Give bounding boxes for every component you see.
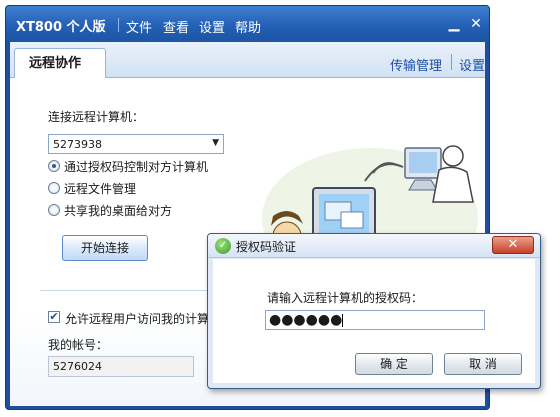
allow-remote-access-label: 允许远程用户访问我的计算: [65, 312, 210, 326]
menu-help[interactable]: 帮助: [235, 17, 261, 36]
auth-code-dialog: ✓ 授权码验证 ✕ 请输入远程计算机的授权码： ●●●●●● 确 定 取 消: [207, 233, 541, 389]
title-divider: [118, 18, 119, 32]
option-file-management[interactable]: 远程文件管理: [48, 180, 168, 198]
tab-remote-collaboration[interactable]: 远程协作: [14, 48, 106, 79]
menu-settings[interactable]: 设置: [199, 17, 225, 36]
text-caret: [342, 314, 343, 327]
radio-icon[interactable]: [48, 182, 60, 194]
checkbox-checked-icon[interactable]: ✔: [48, 311, 60, 323]
tab-transfer-management[interactable]: 传输管理: [390, 55, 442, 74]
option-control-by-code[interactable]: 通过授权码控制对方计算机: [48, 158, 238, 176]
auth-code-input[interactable]: ●●●●●●: [265, 310, 485, 330]
option-label: 共享我的桌面给对方: [64, 204, 173, 218]
connect-remote-label: 连接远程计算机：: [48, 110, 145, 124]
app-title: XT800 个人版: [16, 20, 106, 35]
my-account-label: 我的帐号：: [48, 338, 109, 352]
tab-bar: 远程协作 传输管理 设置: [10, 42, 485, 79]
ok-button[interactable]: 确 定: [355, 353, 433, 375]
radio-icon[interactable]: [48, 204, 60, 216]
start-connect-button[interactable]: 开始连接: [62, 235, 148, 261]
menu-file[interactable]: 文件: [126, 17, 152, 36]
computer-id-combobox[interactable]: 5273938 ▼: [48, 134, 224, 154]
dialog-close-icon[interactable]: ✕: [492, 236, 534, 254]
option-share-desktop[interactable]: 共享我的桌面给对方: [48, 202, 198, 220]
dropdown-arrow-icon[interactable]: ▼: [212, 138, 219, 148]
dialog-body: 请输入远程计算机的授权码： ●●●●●● 确 定 取 消: [213, 259, 535, 383]
radio-selected-icon[interactable]: [48, 160, 60, 172]
close-icon[interactable]: ✕: [468, 16, 484, 32]
option-label: 通过授权码控制对方计算机: [64, 160, 209, 174]
cancel-button[interactable]: 取 消: [444, 353, 522, 375]
app-logo-icon: ✓: [215, 238, 231, 254]
auth-code-masked-value: ●●●●●●: [269, 312, 343, 328]
minimize-icon[interactable]: ▁: [446, 16, 462, 32]
option-label: 远程文件管理: [64, 182, 137, 196]
menu-view[interactable]: 查看: [163, 17, 189, 36]
computer-id-value: 5273938: [53, 138, 102, 151]
auth-code-prompt: 请输入远程计算机的授权码：: [267, 291, 424, 305]
dialog-title: 授权码验证: [236, 240, 297, 254]
titlebar: XT800 个人版 文件 查看 设置 帮助 ▁ ✕: [6, 6, 489, 42]
my-account-field: 5276024: [48, 356, 194, 377]
dialog-titlebar: ✓ 授权码验证 ✕: [208, 234, 540, 258]
tab-divider: [451, 54, 452, 70]
allow-remote-access-option[interactable]: ✔ 允许远程用户访问我的计算: [48, 310, 218, 326]
my-account-value: 5276024: [53, 360, 102, 373]
tab-settings[interactable]: 设置: [459, 55, 485, 74]
